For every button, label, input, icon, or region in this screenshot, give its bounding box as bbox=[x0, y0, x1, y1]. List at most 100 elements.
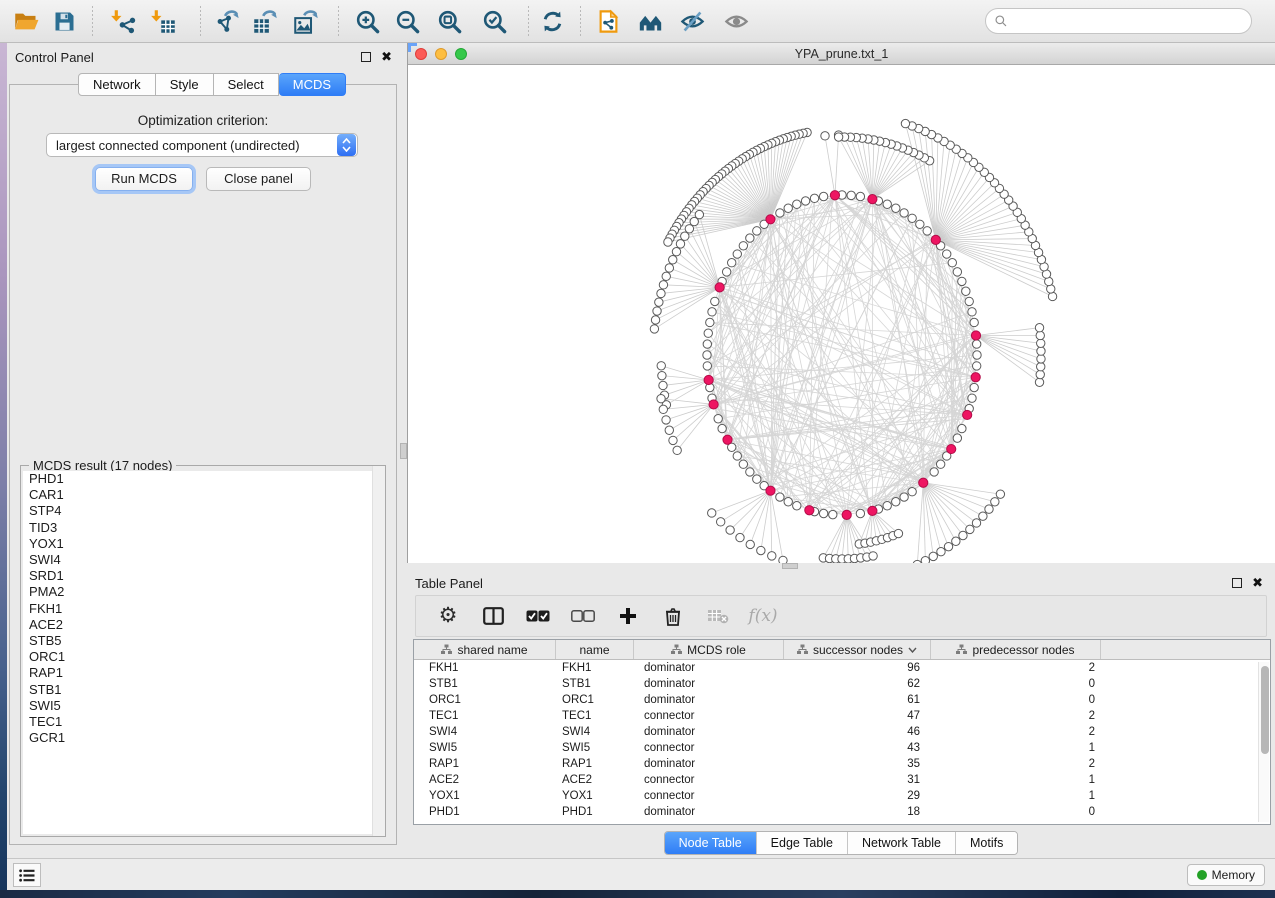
network-node[interactable] bbox=[819, 509, 827, 517]
network-node[interactable] bbox=[1035, 324, 1043, 332]
network-node[interactable] bbox=[757, 546, 765, 554]
network-node[interactable] bbox=[726, 526, 734, 534]
network-node[interactable] bbox=[908, 488, 916, 496]
network-node[interactable] bbox=[733, 452, 741, 460]
network-node[interactable] bbox=[996, 490, 1004, 498]
network-node[interactable] bbox=[952, 537, 960, 545]
network-node[interactable] bbox=[658, 371, 666, 379]
mcds-hub-node[interactable] bbox=[842, 510, 851, 519]
network-node[interactable] bbox=[704, 329, 712, 337]
mcds-hub-node[interactable] bbox=[868, 506, 877, 515]
float-panel-icon[interactable] bbox=[361, 52, 371, 62]
export-image-icon[interactable] bbox=[288, 3, 324, 39]
mcds-hub-node[interactable] bbox=[766, 486, 775, 495]
network-node[interactable] bbox=[829, 510, 837, 518]
network-node[interactable] bbox=[703, 340, 711, 348]
save-session-icon[interactable] bbox=[46, 3, 82, 39]
network-node[interactable] bbox=[716, 518, 724, 526]
refresh-view-icon[interactable] bbox=[534, 3, 570, 39]
network-node[interactable] bbox=[972, 340, 980, 348]
network-node[interactable] bbox=[739, 242, 747, 250]
network-node[interactable] bbox=[669, 436, 677, 444]
table-scrollbar[interactable] bbox=[1258, 662, 1269, 822]
optimization-criterion-select[interactable]: largest connected component (undirected) bbox=[46, 133, 358, 157]
network-node[interactable] bbox=[923, 227, 931, 235]
network-node[interactable] bbox=[664, 238, 672, 246]
network-node[interactable] bbox=[1035, 378, 1043, 386]
network-node[interactable] bbox=[801, 197, 809, 205]
search-network-icon[interactable] bbox=[632, 3, 668, 39]
tab-network[interactable]: Network bbox=[78, 73, 156, 96]
open-file-icon[interactable] bbox=[8, 3, 44, 39]
tab-edge-table[interactable]: Edge Table bbox=[756, 832, 847, 854]
network-node[interactable] bbox=[703, 362, 711, 370]
mcds-hub-node[interactable] bbox=[704, 375, 713, 384]
mcds-hub-node[interactable] bbox=[766, 215, 775, 224]
network-node[interactable] bbox=[776, 493, 784, 501]
delete-columns-icon[interactable] bbox=[661, 603, 685, 629]
export-network-icon[interactable] bbox=[210, 3, 246, 39]
network-node[interactable] bbox=[672, 248, 680, 256]
network-node[interactable] bbox=[869, 552, 877, 560]
deselect-all-rows-icon[interactable] bbox=[571, 603, 595, 629]
close-panel-icon[interactable]: ✖ bbox=[381, 52, 392, 62]
network-node[interactable] bbox=[900, 493, 908, 501]
mcds-result-item[interactable]: PMA2 bbox=[23, 584, 383, 600]
table-row[interactable]: TEC1TEC1connector472 bbox=[414, 708, 1270, 724]
mcds-hub-node[interactable] bbox=[947, 444, 956, 453]
tab-network-table[interactable]: Network Table bbox=[847, 832, 955, 854]
network-node[interactable] bbox=[753, 475, 761, 483]
close-table-panel-icon[interactable]: ✖ bbox=[1252, 578, 1263, 588]
mcds-result-item[interactable]: SWI5 bbox=[23, 698, 383, 714]
table-scrollbar-thumb[interactable] bbox=[1261, 666, 1269, 754]
mcds-hub-node[interactable] bbox=[971, 331, 980, 340]
network-node[interactable] bbox=[821, 132, 829, 140]
mcds-hub-node[interactable] bbox=[715, 283, 724, 292]
network-node[interactable] bbox=[708, 509, 716, 517]
export-table-icon[interactable] bbox=[247, 3, 283, 39]
network-node[interactable] bbox=[979, 512, 987, 520]
search-input[interactable] bbox=[1013, 14, 1243, 28]
close-panel-button[interactable]: Close panel bbox=[206, 167, 311, 191]
table-row[interactable]: FKH1FKH1dominator962 bbox=[414, 660, 1270, 676]
column-header-mcds-role[interactable]: MCDS role bbox=[634, 640, 784, 659]
network-node[interactable] bbox=[856, 509, 864, 517]
network-node[interactable] bbox=[973, 351, 981, 359]
mcds-list-scrollbar[interactable] bbox=[372, 466, 385, 836]
mcds-hub-node[interactable] bbox=[830, 191, 839, 200]
run-mcds-button[interactable]: Run MCDS bbox=[95, 167, 193, 191]
network-node[interactable] bbox=[673, 446, 681, 454]
mcds-result-item[interactable]: RAP1 bbox=[23, 665, 383, 681]
network-node[interactable] bbox=[894, 529, 902, 537]
mcds-hub-node[interactable] bbox=[868, 195, 877, 204]
mcds-result-item[interactable]: ORC1 bbox=[23, 649, 383, 665]
network-node[interactable] bbox=[959, 531, 967, 539]
network-canvas[interactable] bbox=[408, 65, 1275, 563]
mcds-hub-node[interactable] bbox=[963, 410, 972, 419]
network-node[interactable] bbox=[650, 325, 658, 333]
network-node[interactable] bbox=[708, 308, 716, 316]
network-node[interactable] bbox=[718, 424, 726, 432]
network-node[interactable] bbox=[657, 289, 665, 297]
zoom-out-icon[interactable] bbox=[389, 3, 425, 39]
mcds-hub-node[interactable] bbox=[919, 478, 928, 487]
network-node[interactable] bbox=[659, 405, 667, 413]
network-node[interactable] bbox=[662, 272, 670, 280]
network-node[interactable] bbox=[966, 525, 974, 533]
memory-button[interactable]: Memory bbox=[1187, 864, 1265, 886]
table-row[interactable]: YOX1YOX1connector291 bbox=[414, 788, 1270, 804]
network-graph[interactable] bbox=[408, 65, 1275, 563]
network-node[interactable] bbox=[972, 362, 980, 370]
network-node[interactable] bbox=[929, 552, 937, 560]
column-header-successor-nodes[interactable]: successor nodes bbox=[784, 640, 931, 659]
mcds-hub-node[interactable] bbox=[709, 400, 718, 409]
task-history-button[interactable] bbox=[13, 863, 41, 887]
table-row[interactable]: ORC1ORC1dominator610 bbox=[414, 692, 1270, 708]
tab-node-table[interactable]: Node Table bbox=[665, 832, 756, 854]
vertical-splitter-handle[interactable] bbox=[400, 443, 407, 459]
network-node[interactable] bbox=[901, 119, 909, 127]
mcds-hub-node[interactable] bbox=[971, 373, 980, 382]
mcds-result-item[interactable]: TEC1 bbox=[23, 714, 383, 730]
network-node[interactable] bbox=[728, 259, 736, 267]
network-node[interactable] bbox=[793, 502, 801, 510]
